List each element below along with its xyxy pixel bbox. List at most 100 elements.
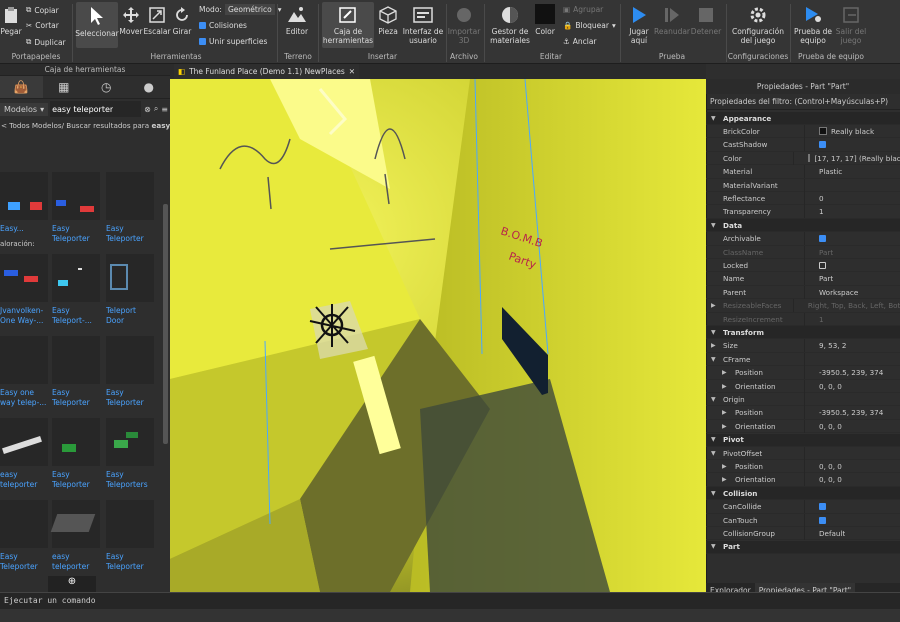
tab-creations[interactable]: ● — [128, 76, 171, 98]
tab-recent[interactable]: ◷ — [85, 76, 128, 98]
property-row[interactable]: ▶ ResizeableFaces Right, Top, Back, Left, … — [706, 299, 900, 313]
property-row[interactable]: Locked — [706, 258, 900, 273]
properties-filter-input[interactable]: Propiedades del filtro: (Control+Mayúscu… — [706, 94, 900, 110]
property-value[interactable]: Right, Top, Back, Left, Bottom — [794, 301, 900, 310]
property-row[interactable]: Transparency 1 — [706, 205, 900, 219]
terrain-editor-button[interactable]: Editor — [283, 6, 311, 36]
property-value[interactable]: Part — [805, 248, 833, 257]
toolbox-item[interactable]: Easy Teleporter — [52, 172, 100, 252]
tab-place[interactable]: ◧ The Funland Place (Demo 1.1) NewPlaces ✕ — [174, 64, 360, 79]
property-value[interactable]: 1 — [805, 315, 824, 324]
checkbox-icon[interactable] — [819, 141, 826, 149]
property-row[interactable]: Material Plastic — [706, 165, 900, 179]
property-section[interactable]: ▼ Data — [706, 219, 900, 233]
copy-button[interactable]: ⧉ Copiar — [26, 5, 59, 15]
stop-button[interactable]: Detener — [691, 6, 721, 36]
tab-inventory[interactable]: 👜 — [0, 76, 43, 98]
property-row[interactable]: ▶ Position -3950.5, 239, 374 — [706, 366, 900, 380]
property-value[interactable] — [805, 516, 826, 524]
property-row[interactable]: ▶ Position 0, 0, 0 — [706, 459, 900, 474]
property-value[interactable] — [805, 235, 826, 243]
property-value[interactable]: Plastic — [805, 167, 842, 176]
move-tool-button[interactable]: Mover — [119, 6, 143, 36]
property-value[interactable]: 0, 0, 0 — [805, 422, 842, 431]
property-value[interactable]: 9, 53, 2 — [805, 341, 846, 350]
property-row[interactable]: ▼ PivotOffset — [706, 446, 900, 460]
toolbox-button[interactable]: Caja de herramientas — [322, 2, 374, 48]
property-value[interactable]: [17, 17, 17] (Really black) — [794, 154, 900, 163]
resume-button[interactable]: Reanudar — [654, 6, 690, 36]
toolbox-item[interactable]: Easy Teleporter — [0, 500, 48, 580]
toolbox-item[interactable]: easy teleporter — [50, 500, 100, 580]
checkbox-icon[interactable] — [819, 261, 826, 269]
property-value[interactable]: Default — [805, 529, 845, 538]
property-value[interactable]: 0, 0, 0 — [805, 382, 842, 391]
toolbox-item[interactable]: Easy Teleporter — [106, 336, 154, 416]
property-value[interactable]: -3950.5, 239, 374 — [805, 368, 883, 377]
toolbox-item[interactable]: Jvanvolken- One Way-... — [0, 254, 48, 334]
property-row[interactable]: ▶ Orientation 0, 0, 0 — [706, 379, 900, 393]
rotate-tool-button[interactable]: Girar — [171, 6, 193, 36]
property-value[interactable]: 0, 0, 0 — [805, 462, 842, 471]
group-button[interactable]: ▣ Agrupar — [563, 5, 603, 14]
property-row[interactable]: ▼ CFrame — [706, 352, 900, 367]
toolbox-scrollbar[interactable] — [163, 204, 168, 444]
paste-button[interactable]: Pegar — [0, 6, 22, 36]
property-section[interactable]: ▼ Pivot — [706, 433, 900, 447]
property-value[interactable] — [805, 261, 826, 269]
toolbox-item[interactable]: Easy Teleporter — [52, 418, 100, 498]
team-test-button[interactable]: Prueba de equipo — [794, 6, 832, 45]
property-row[interactable]: BrickColor Really black — [706, 124, 900, 139]
property-value[interactable]: 0, 0, 0 — [805, 475, 842, 484]
import3d-button[interactable]: Importar 3D — [448, 6, 480, 45]
property-section[interactable]: ▼ Appearance — [706, 112, 900, 125]
select-tool-button[interactable]: Seleccionar — [75, 2, 119, 48]
property-section[interactable]: ▼ Part — [706, 540, 900, 554]
mode-select[interactable]: Modo: Geométrico ▾ — [199, 4, 281, 15]
property-row[interactable]: CollisionGroup Default — [706, 526, 900, 541]
join-surfaces-toggle[interactable]: Unir superficies — [199, 37, 267, 46]
property-row[interactable]: CanCollide — [706, 500, 900, 514]
game-settings-button[interactable]: Configuración del juego — [730, 6, 786, 45]
property-row[interactable]: ▶ Orientation 0, 0, 0 — [706, 473, 900, 487]
property-row[interactable]: MaterialVariant — [706, 178, 900, 192]
toolbox-item[interactable]: Easy Teleporter — [52, 336, 100, 416]
property-value[interactable]: -3950.5, 239, 374 — [805, 408, 883, 417]
command-bar-input[interactable]: Ejecutar un comando — [0, 592, 900, 609]
property-row[interactable]: ▶ Size 9, 53, 2 — [706, 339, 900, 353]
property-row[interactable]: ▶ Orientation 0, 0, 0 — [706, 419, 900, 434]
property-row[interactable]: Color [17, 17, 17] (Really black) — [706, 151, 900, 166]
property-row[interactable]: Name Part — [706, 272, 900, 286]
property-row[interactable]: Archivable — [706, 232, 900, 246]
3d-viewport[interactable]: B.O.M.B Party — [170, 79, 706, 592]
part-button[interactable]: Pieza — [376, 6, 400, 36]
property-section[interactable]: ▼ Transform — [706, 326, 900, 340]
property-row[interactable]: CanTouch — [706, 513, 900, 527]
property-value[interactable]: 1 — [805, 207, 824, 216]
material-manager-button[interactable]: Gestor de materiales — [489, 6, 531, 45]
property-value[interactable]: Part — [805, 274, 833, 283]
play-here-button[interactable]: Jugar aquí — [625, 6, 653, 45]
property-row[interactable]: CastShadow — [706, 138, 900, 152]
exit-game-button[interactable]: Salir del juego — [834, 6, 868, 45]
property-row[interactable]: Parent Workspace — [706, 285, 900, 300]
toolbox-item[interactable]: easy teleporter — [0, 418, 48, 498]
property-row[interactable]: Reflectance 0 — [706, 191, 900, 206]
checkbox-icon[interactable] — [819, 516, 826, 524]
property-row[interactable]: ▼ Origin — [706, 392, 900, 407]
checkbox-icon[interactable] — [819, 235, 826, 243]
toolbox-item[interactable]: Easy Teleporter — [106, 172, 154, 252]
collisions-toggle[interactable]: Colisiones — [199, 21, 247, 30]
toolbox-item[interactable]: Easy one way telep-... — [0, 336, 48, 416]
property-value[interactable] — [805, 503, 826, 511]
scale-tool-button[interactable]: Escalar — [143, 6, 171, 36]
cut-button[interactable]: ✂ Cortar — [26, 21, 59, 30]
close-icon[interactable]: ✕ — [349, 67, 355, 76]
property-row[interactable]: ClassName Part — [706, 245, 900, 259]
toolbox-item[interactable]: Easy Teleporter — [106, 500, 154, 580]
anchor-button[interactable]: ⚓ Anclar — [563, 37, 597, 46]
property-row[interactable]: ResizeIncrement 1 — [706, 312, 900, 326]
color-button[interactable]: Color — [533, 4, 557, 36]
property-value[interactable]: 0 — [805, 194, 824, 203]
lock-button[interactable]: 🔒 Bloquear ▾ — [563, 21, 616, 30]
